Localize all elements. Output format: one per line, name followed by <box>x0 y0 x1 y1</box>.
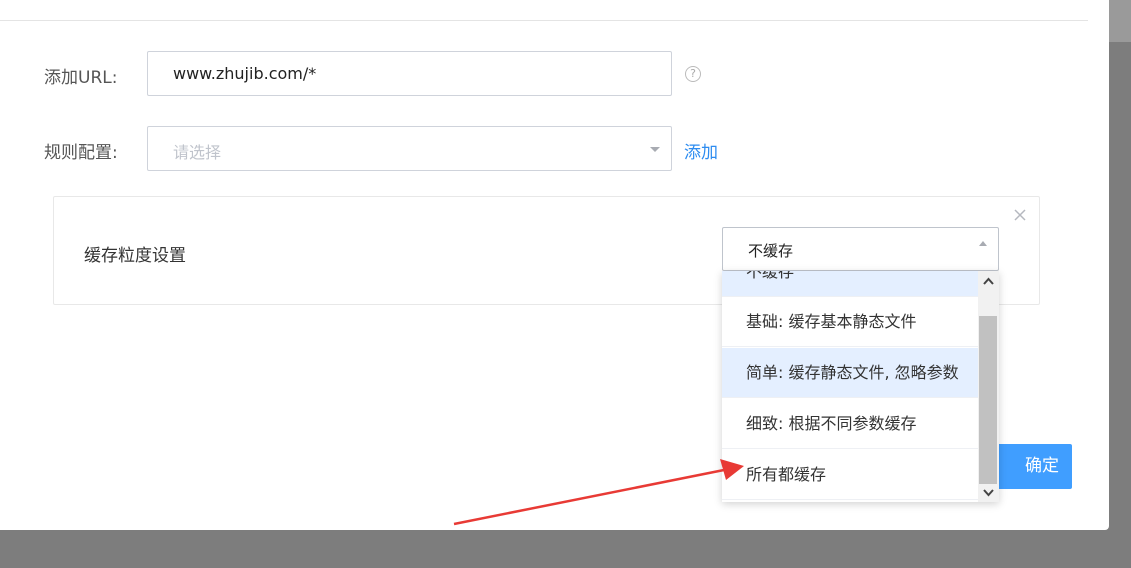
option-basic[interactable]: 基础: 缓存基本静态文件 <box>722 297 978 347</box>
backdrop-strip <box>1109 0 1131 42</box>
question-circle-icon[interactable]: ? <box>685 66 701 82</box>
add-rule-link[interactable]: 添加 <box>684 138 718 163</box>
scroll-down-icon[interactable] <box>978 483 999 501</box>
confirm-button-label: 确定 <box>1025 456 1059 476</box>
url-input[interactable]: www.zhujib.com/* <box>147 51 672 96</box>
annotation-arrow-icon <box>453 459 744 526</box>
url-input-value: www.zhujib.com/* <box>173 64 317 83</box>
chevron-down-icon <box>650 147 660 152</box>
url-label: 添加URL: <box>44 68 118 88</box>
scroll-up-icon[interactable] <box>978 273 999 291</box>
dialog-header-divider <box>0 20 1088 21</box>
scroll-thumb[interactable] <box>979 316 997 484</box>
option-detailed[interactable]: 细致: 根据不同参数缓存 <box>722 399 978 449</box>
rule-select[interactable]: 请选择 <box>147 126 672 171</box>
cache-select-value: 不缓存 <box>748 242 794 260</box>
rule-label: 规则配置: <box>44 143 118 163</box>
option-no-cache[interactable]: 不缓存 <box>722 271 978 297</box>
chevron-up-icon <box>979 241 987 246</box>
close-icon[interactable] <box>1012 207 1028 223</box>
option-simple[interactable]: 简单: 缓存静态文件, 忽略参数 <box>722 348 978 398</box>
cache-granularity-label: 缓存粒度设置 <box>84 246 186 266</box>
rule-select-placeholder: 请选择 <box>173 143 222 162</box>
dropdown-scrollbar[interactable] <box>978 271 999 502</box>
option-cache-all[interactable]: 所有都缓存 <box>722 450 978 500</box>
cache-options-dropdown: 不缓存 基础: 缓存基本静态文件 简单: 缓存静态文件, 忽略参数 细致: 根据… <box>722 271 999 502</box>
cache-granularity-select[interactable]: 不缓存 <box>722 227 999 271</box>
